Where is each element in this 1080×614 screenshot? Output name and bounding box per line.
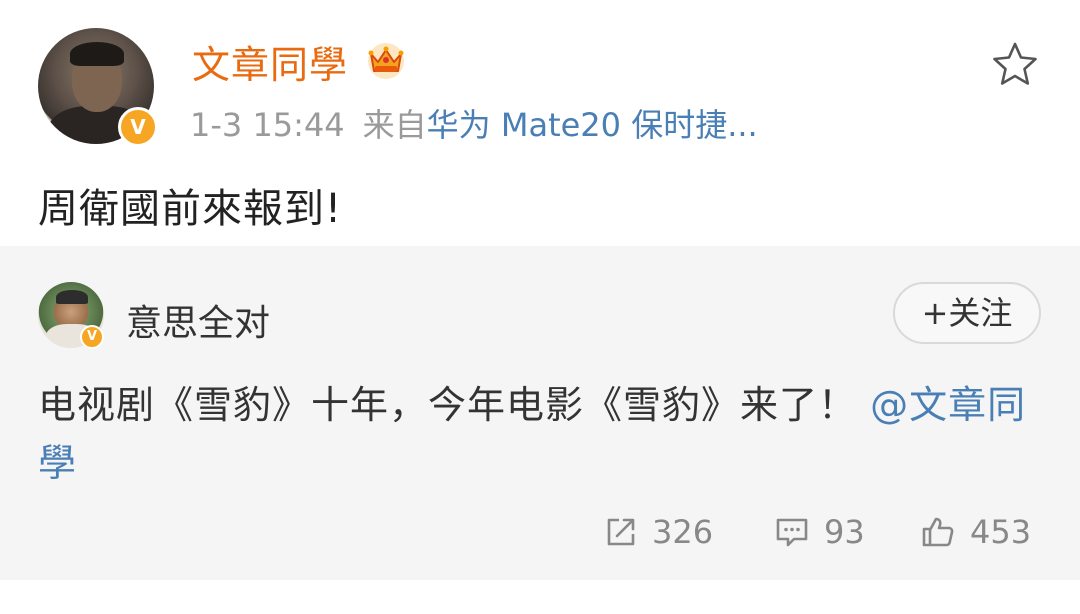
- repost-author-name[interactable]: 意思全对: [126, 294, 270, 346]
- reposted-content[interactable]: V 意思全对 +关注 电视剧《雪豹》十年，今年电影《雪豹》来了！ @文章同學 3…: [0, 246, 1080, 580]
- weibo-post-card: V 文章同學 1-3 15:44 来自华为 Mate20 保时捷... 周衛國前來…: [0, 0, 1080, 614]
- post-time: 1-3 15:44: [190, 106, 345, 144]
- repost-text: 电视剧《雪豹》十年，今年电影《雪豹》来了！ @文章同學: [38, 376, 1038, 492]
- like-action[interactable]: 453: [920, 512, 1031, 552]
- post-source-link[interactable]: 华为 Mate20 保时捷...: [427, 106, 758, 144]
- repost-body: 电视剧《雪豹》十年，今年电影《雪豹》来了！: [38, 383, 858, 427]
- star-icon[interactable]: [990, 40, 1040, 88]
- repost-count: 326: [652, 513, 714, 551]
- follow-button[interactable]: +关注: [893, 282, 1041, 344]
- comment-icon: [776, 518, 808, 547]
- like-icon: [922, 517, 954, 547]
- post-from-label: 来自: [362, 106, 427, 144]
- repost-action[interactable]: 326: [604, 512, 713, 552]
- author-name[interactable]: 文章同學: [192, 34, 348, 89]
- post-meta: 1-3 15:44 来自华为 Mate20 保时捷...: [190, 100, 758, 146]
- avatar-cap: [56, 290, 88, 304]
- post-text: 周衛國前來報到!: [38, 186, 343, 232]
- repost-icon: [607, 518, 635, 546]
- like-count: 453: [970, 513, 1032, 551]
- verified-icon: V: [80, 325, 104, 349]
- verified-icon: V: [118, 107, 158, 147]
- crown-icon: [368, 43, 404, 79]
- comment-action[interactable]: 93: [774, 512, 865, 552]
- comment-count: 93: [824, 513, 865, 551]
- avatar-hair: [70, 42, 124, 66]
